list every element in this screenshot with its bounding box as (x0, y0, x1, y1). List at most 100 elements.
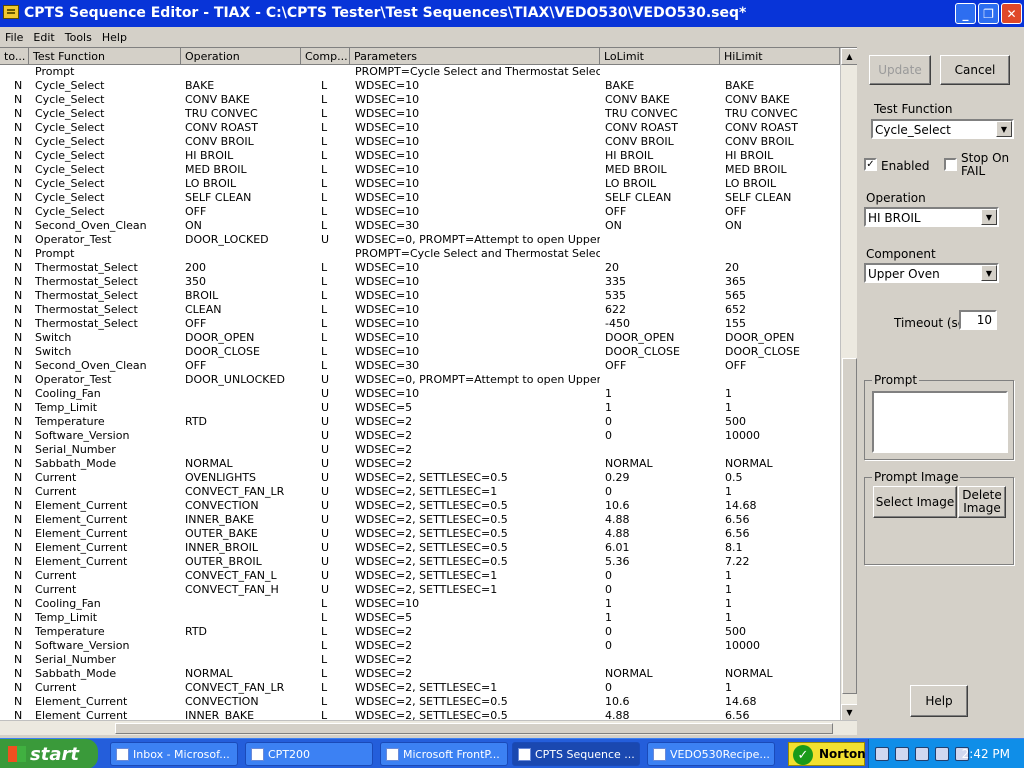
row-enabled-cell[interactable]: N (14, 471, 30, 485)
table-row[interactable]: N Element_Current INNER_BAKE L WDSEC=2, SETT… (0, 709, 840, 720)
table-row[interactable]: N Cycle_Select CONV BAKE L WDSEC=10 CONV BAKE… (0, 93, 840, 107)
tray-icon[interactable] (915, 747, 929, 761)
row-hilimit-cell[interactable]: BAKE (725, 79, 840, 93)
scroll-down-button[interactable]: ▼ (841, 704, 857, 720)
row-test-function-cell[interactable]: Thermostat_Select (35, 261, 183, 275)
column-header-lolimit[interactable]: LoLimit (600, 48, 720, 65)
column-header-component[interactable]: Comp... (301, 48, 350, 65)
row-hilimit-cell[interactable]: 20 (725, 261, 840, 275)
row-lolimit-cell[interactable]: OFF (605, 205, 723, 219)
table-row[interactable]: N Switch DOOR_CLOSE L WDSEC=10 DOOR_CLOSE DOOR… (0, 345, 840, 359)
row-enabled-cell[interactable]: N (14, 359, 30, 373)
row-operation-cell[interactable]: CLEAN (185, 303, 303, 317)
row-lolimit-cell[interactable]: 4.88 (605, 527, 723, 541)
row-enabled-cell[interactable]: N (14, 541, 30, 555)
row-lolimit-cell[interactable]: 0 (605, 625, 723, 639)
row-component-cell[interactable]: L (321, 625, 341, 639)
table-row[interactable]: N Cooling_Fan L WDSEC=10 1 1 (0, 597, 840, 611)
table-row[interactable]: N Second_Oven_Clean ON L WDSEC=30 ON ON (0, 219, 840, 233)
table-row[interactable]: N Serial_Number L WDSEC=2 (0, 653, 840, 667)
table-row[interactable]: N Element_Current INNER_BAKE U WDSEC=2, SETT… (0, 513, 840, 527)
sequence-grid[interactable]: to... Test Function Operation Comp... Pa… (0, 47, 857, 720)
row-operation-cell[interactable]: OFF (185, 317, 303, 331)
row-test-function-cell[interactable]: Cycle_Select (35, 107, 183, 121)
row-test-function-cell[interactable]: Serial_Number (35, 443, 183, 457)
row-component-cell[interactable]: L (321, 303, 341, 317)
stop-on-fail-checkbox[interactable] (944, 158, 957, 171)
row-hilimit-cell[interactable]: LO BROIL (725, 177, 840, 191)
table-row[interactable]: N Cycle_Select HI BROIL L WDSEC=10 HI BROIL HI… (0, 149, 840, 163)
row-enabled-cell[interactable]: N (14, 177, 30, 191)
row-component-cell[interactable]: L (321, 681, 341, 695)
row-parameters-cell[interactable]: WDSEC=10 (355, 387, 600, 401)
row-parameters-cell[interactable]: WDSEC=2, SETTLESEC=1 (355, 583, 600, 597)
row-component-cell[interactable]: U (321, 443, 341, 457)
row-enabled-cell[interactable]: N (14, 457, 30, 471)
row-hilimit-cell[interactable]: MED BROIL (725, 163, 840, 177)
row-parameters-cell[interactable]: WDSEC=10 (355, 93, 600, 107)
row-enabled-cell[interactable]: N (14, 681, 30, 695)
row-hilimit-cell[interactable]: 1 (725, 569, 840, 583)
row-parameters-cell[interactable]: WDSEC=10 (355, 191, 600, 205)
row-test-function-cell[interactable]: Thermostat_Select (35, 303, 183, 317)
row-enabled-cell[interactable]: N (14, 317, 30, 331)
row-enabled-cell[interactable]: N (14, 331, 30, 345)
row-hilimit-cell[interactable]: 0.5 (725, 471, 840, 485)
row-parameters-cell[interactable]: WDSEC=10 (355, 289, 600, 303)
delete-image-button[interactable]: Delete Image (958, 486, 1006, 518)
close-button[interactable]: ✕ (1001, 3, 1022, 24)
row-hilimit-cell[interactable]: 1 (725, 583, 840, 597)
row-enabled-cell[interactable]: N (14, 667, 30, 681)
row-hilimit-cell[interactable]: CONV ROAST (725, 121, 840, 135)
row-test-function-cell[interactable]: Element_Current (35, 527, 183, 541)
table-row[interactable]: N Thermostat_Select 200 L WDSEC=10 20 20 (0, 261, 840, 275)
row-parameters-cell[interactable]: WDSEC=2, SETTLESEC=0.5 (355, 541, 600, 555)
task-vedo530-recipe[interactable]: VEDO530Recipe... (647, 742, 775, 766)
row-hilimit-cell[interactable]: 10000 (725, 639, 840, 653)
row-lolimit-cell[interactable]: LO BROIL (605, 177, 723, 191)
row-component-cell[interactable]: U (321, 387, 341, 401)
column-header-to[interactable]: to... (0, 48, 29, 65)
row-component-cell[interactable]: U (321, 555, 341, 569)
row-parameters-cell[interactable]: WDSEC=2, SETTLESEC=1 (355, 569, 600, 583)
row-operation-cell[interactable]: DOOR_UNLOCKED (185, 373, 303, 387)
chevron-down-icon[interactable]: ▼ (981, 265, 997, 281)
row-lolimit-cell[interactable]: HI BROIL (605, 149, 723, 163)
row-test-function-cell[interactable]: Cycle_Select (35, 163, 183, 177)
table-row[interactable]: N Current CONVECT_FAN_LR U WDSEC=2, SETTLESE… (0, 485, 840, 499)
table-row[interactable]: N Serial_Number U WDSEC=2 (0, 443, 840, 457)
row-component-cell[interactable]: U (321, 499, 341, 513)
row-hilimit-cell[interactable]: 652 (725, 303, 840, 317)
row-parameters-cell[interactable]: WDSEC=30 (355, 219, 600, 233)
row-operation-cell[interactable]: OFF (185, 205, 303, 219)
table-row[interactable]: N Element_Current OUTER_BROIL U WDSEC=2, SET… (0, 555, 840, 569)
title-bar[interactable]: CPTS Sequence Editor - TIAX - C:\CPTS Te… (0, 0, 1024, 27)
row-component-cell[interactable]: L (321, 149, 341, 163)
row-lolimit-cell[interactable]: 0 (605, 569, 723, 583)
row-parameters-cell[interactable]: WDSEC=2, SETTLESEC=0.5 (355, 709, 600, 720)
table-row[interactable]: N Switch DOOR_OPEN L WDSEC=10 DOOR_OPEN DOOR_O… (0, 331, 840, 345)
table-row[interactable]: N Sabbath_Mode NORMAL U WDSEC=2 NORMAL NORMAL (0, 457, 840, 471)
row-test-function-cell[interactable]: Element_Current (35, 513, 183, 527)
row-test-function-cell[interactable]: Operator_Test (35, 233, 183, 247)
row-enabled-cell[interactable]: N (14, 261, 30, 275)
row-hilimit-cell[interactable]: 1 (725, 597, 840, 611)
row-hilimit-cell[interactable]: OFF (725, 359, 840, 373)
row-test-function-cell[interactable]: Thermostat_Select (35, 289, 183, 303)
task-frontpage[interactable]: Microsoft FrontP... (380, 742, 508, 766)
row-parameters-cell[interactable]: WDSEC=10 (355, 121, 600, 135)
row-operation-cell[interactable]: CONVECTION (185, 695, 303, 709)
row-component-cell[interactable]: L (321, 359, 341, 373)
row-test-function-cell[interactable]: Prompt (35, 247, 183, 261)
row-enabled-cell[interactable]: N (14, 79, 30, 93)
row-enabled-cell[interactable]: N (14, 107, 30, 121)
scroll-up-button[interactable]: ▲ (841, 48, 857, 65)
row-enabled-cell[interactable]: N (14, 387, 30, 401)
table-row[interactable]: N Current CONVECT_FAN_LR L WDSEC=2, SETTLESE… (0, 681, 840, 695)
row-hilimit-cell[interactable]: 1 (725, 611, 840, 625)
table-row[interactable]: N Prompt PROMPT=Cycle Select and Thermosta… (0, 247, 840, 261)
chevron-down-icon[interactable]: ▼ (996, 121, 1012, 137)
row-hilimit-cell[interactable]: 500 (725, 415, 840, 429)
row-test-function-cell[interactable]: Element_Current (35, 499, 183, 513)
row-component-cell[interactable]: L (321, 275, 341, 289)
